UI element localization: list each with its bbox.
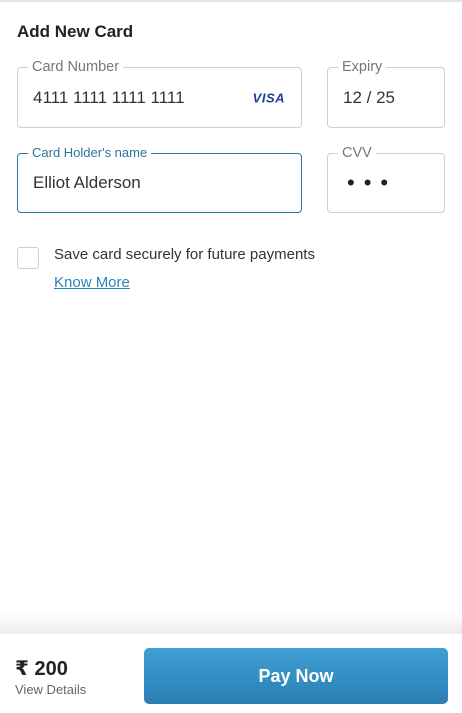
card-holder-name-field[interactable]: Card Holder's name Elliot Alderson [17, 145, 302, 213]
expiry-value[interactable]: 12 / 25 [343, 88, 395, 108]
footer-shadow [0, 612, 462, 634]
payment-footer: ₹ 200 View Details Pay Now [0, 634, 462, 713]
view-details-link[interactable]: View Details [15, 682, 86, 697]
top-divider [0, 0, 462, 2]
card-holder-name-value[interactable]: Elliot Alderson [33, 173, 141, 193]
cvv-field[interactable]: CVV ••• [327, 145, 445, 213]
add-card-page: Add New Card Card Number 4111 1111 1111 … [0, 0, 462, 713]
cvv-label: CVV [338, 145, 376, 161]
visa-logo-icon: VISA [252, 90, 285, 105]
pay-now-button[interactable]: Pay Now [144, 648, 448, 704]
card-number-value[interactable]: 4111 1111 1111 1111 [33, 88, 185, 108]
know-more-link[interactable]: Know More [54, 274, 130, 291]
expiry-field[interactable]: Expiry 12 / 25 [327, 59, 445, 128]
page-title: Add New Card [17, 22, 134, 41]
amount-total: ₹ 200 [15, 658, 68, 680]
card-number-field[interactable]: Card Number 4111 1111 1111 1111 VISA [17, 59, 302, 128]
card-holder-name-label: Card Holder's name [28, 145, 152, 161]
save-card-checkbox[interactable] [17, 247, 39, 269]
save-card-label: Save card securely for future payments [54, 246, 315, 263]
expiry-label: Expiry [338, 59, 387, 75]
card-number-label: Card Number [28, 59, 124, 75]
cvv-value[interactable]: ••• [347, 172, 397, 194]
